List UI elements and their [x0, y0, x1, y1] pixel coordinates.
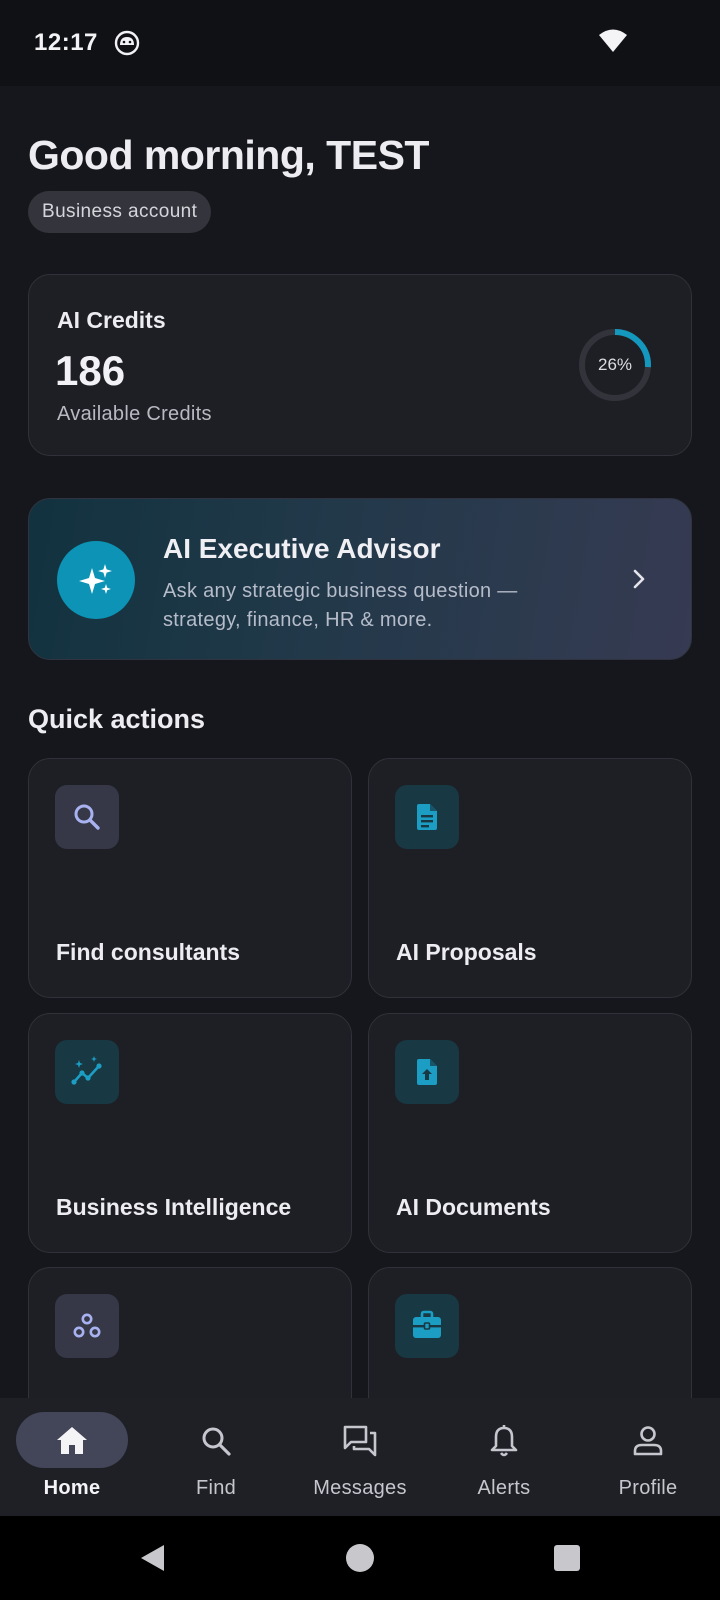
greeting-title: Good morning, TEST: [28, 132, 429, 178]
sparkles-icon: [79, 564, 112, 594]
tile-label: Business Intelligence: [56, 1194, 292, 1220]
credits-value: 186: [55, 347, 126, 394]
person-icon: [633, 1426, 663, 1456]
advisor-title: AI Executive Advisor: [163, 533, 441, 564]
nav-item-profile[interactable]: Profile: [576, 1398, 720, 1516]
quick-actions-heading: Quick actions: [28, 704, 206, 734]
status-time: 12:17: [34, 29, 98, 56]
briefcase-icon: [413, 1310, 441, 1338]
file-upload-icon: [417, 1059, 437, 1085]
nav-label: Alerts: [477, 1477, 531, 1499]
tile-business-intelligence[interactable]: Business Intelligence: [28, 1013, 352, 1253]
ai-credits-card[interactable]: AI Credits 186 Available Credits 26%: [28, 274, 692, 456]
tile-icon-badge: [395, 785, 459, 849]
recents-icon[interactable]: [553, 1544, 581, 1572]
credits-subtitle: Available Credits: [57, 403, 212, 425]
credits-percent-label: 26%: [597, 355, 633, 374]
tile-icon-badge: [395, 1040, 459, 1104]
tile-icon-badge: [55, 785, 119, 849]
tile-icon-badge: [55, 1294, 119, 1358]
account-type-chip: Business account: [28, 191, 212, 233]
analytics-icon: [71, 1056, 102, 1085]
nav-label: Home: [43, 1477, 101, 1499]
chevron-right-icon: [633, 569, 645, 589]
advisor-description: Ask any strategic business question — st…: [163, 580, 518, 631]
tile-ai-documents[interactable]: AI Documents: [368, 1013, 692, 1253]
nav-label: Messages: [313, 1477, 407, 1499]
nav-item-messages[interactable]: Messages: [288, 1398, 432, 1516]
nav-item-home[interactable]: Home: [0, 1398, 144, 1516]
nav-label: Profile: [618, 1477, 678, 1499]
status-bar: 12:17: [0, 0, 720, 86]
tile-ai-proposals[interactable]: AI Proposals: [368, 758, 692, 998]
home-circle-icon[interactable]: [345, 1543, 375, 1573]
search-icon: [74, 804, 100, 830]
credits-title: AI Credits: [57, 307, 166, 333]
wifi-icon: [599, 29, 627, 52]
search-icon: [202, 1427, 231, 1456]
tile-find-consultants[interactable]: Find consultants: [28, 758, 352, 998]
home-screen: 12:17 Good morning, TEST Business accoun…: [0, 0, 720, 1600]
ai-executive-advisor-card[interactable]: AI Executive Advisor Ask any strategic b…: [28, 498, 692, 660]
network-icon: [73, 1313, 101, 1338]
tile-icon-badge: [395, 1294, 459, 1358]
tile-label: Find consultants: [56, 939, 240, 965]
chat-icon: [343, 1425, 377, 1457]
bottom-navigation: Home Find Messages Alerts Profile: [0, 1398, 720, 1516]
tile-label: AI Proposals: [396, 939, 537, 965]
nav-label: Find: [195, 1477, 237, 1499]
tile-icon-badge: [55, 1040, 119, 1104]
advisor-icon-badge: [57, 541, 135, 619]
android-robot-icon: [114, 30, 140, 56]
tile-label: AI Documents: [396, 1194, 551, 1220]
nav-item-find[interactable]: Find: [144, 1398, 288, 1516]
bell-icon: [490, 1425, 518, 1457]
document-icon: [417, 804, 437, 830]
nav-item-alerts[interactable]: Alerts: [432, 1398, 576, 1516]
home-icon: [57, 1427, 87, 1454]
back-icon[interactable]: [138, 1543, 168, 1573]
